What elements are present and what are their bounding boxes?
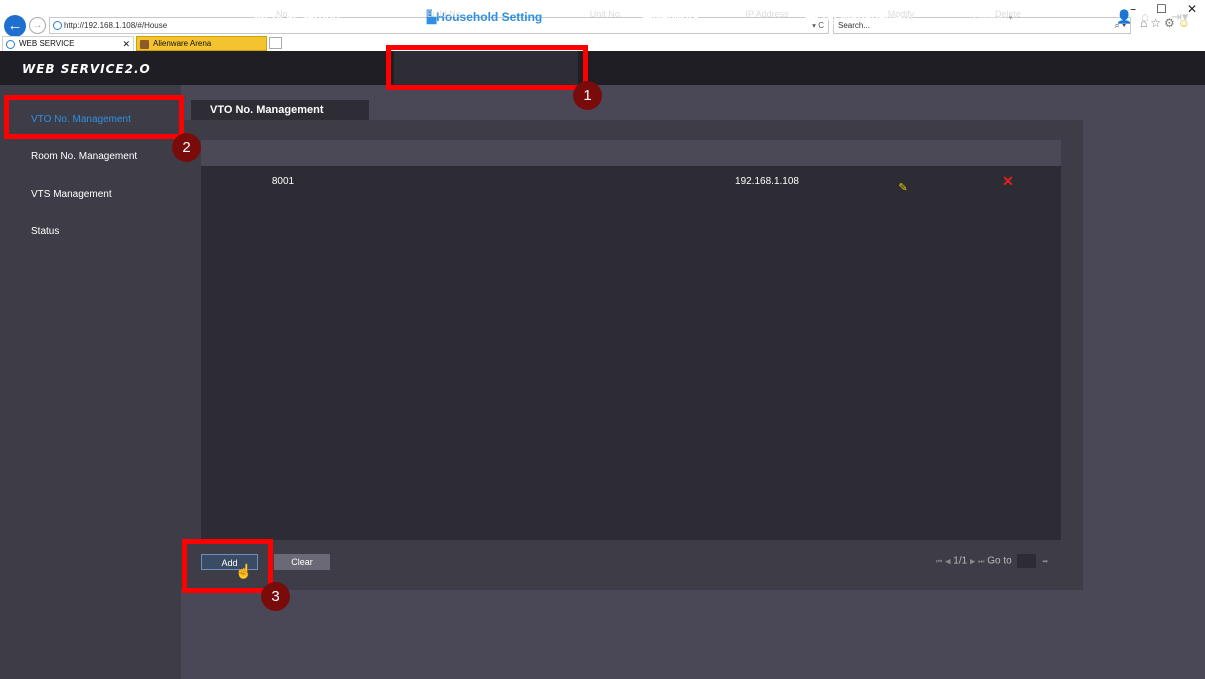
prev-page-icon[interactable]: ◀ [945, 559, 950, 566]
gear-icon: ⚙ [254, 10, 265, 24]
highlight-household-setting [386, 45, 588, 90]
first-page-icon[interactable]: ⏮ [936, 559, 942, 566]
address-text: http://192.168.1.108/#/House [64, 21, 168, 30]
last-page-icon[interactable]: ⏭ [978, 559, 984, 566]
nav-label: Network [652, 10, 700, 24]
step-marker-2: 2 [172, 133, 201, 162]
tab-label: WEB SERVICE [19, 39, 75, 48]
clear-button[interactable]: Clear [274, 554, 330, 570]
page-indicator: 1/1 [953, 555, 968, 567]
close-window-button[interactable]: ✕ [1187, 2, 1197, 16]
favorites-star-icon[interactable]: ☆ [1150, 16, 1164, 30]
pagination: ⏮ ◀ 1/1 ▶ ⏭ Go to ➡ [936, 554, 1048, 568]
pencil-icon[interactable]: ✎ [898, 181, 907, 194]
alienware-tab-icon [140, 40, 149, 49]
home-icon[interactable]: ⌂ [1141, 9, 1149, 24]
highlight-vto-management [4, 95, 184, 139]
step-marker-1: 1 [573, 81, 602, 110]
goto-label: Go to [987, 555, 1012, 567]
sidebar-item-room-management[interactable]: Room No. Management [31, 151, 137, 162]
sidebar: VTO No. Management Room No. Management V… [0, 85, 181, 679]
new-tab-button[interactable] [269, 37, 282, 49]
table-header [201, 140, 1061, 166]
sidebar-item-status[interactable]: Status [31, 226, 59, 237]
column-header-unit: Unit No. [589, 9, 623, 19]
column-header-build: Build No. [426, 9, 464, 19]
goto-page-input[interactable] [1017, 554, 1037, 568]
tab-label: Alienware Arena [153, 39, 212, 48]
logout-icon[interactable]: ⇥▾ [1171, 9, 1188, 25]
cell-no: 8001 [271, 176, 295, 187]
column-header-delete: Delete [994, 9, 1022, 19]
maximize-button[interactable]: ☐ [1156, 2, 1167, 16]
tab-close-icon[interactable]: ✕ [122, 37, 130, 51]
browser-tab-web-service[interactable]: WEB SERVICE ✕ [2, 36, 134, 51]
delete-x-icon[interactable]: ✕ [1002, 173, 1014, 190]
ie-icon [53, 21, 62, 30]
column-header-modify: Modify [887, 9, 915, 19]
globe-icon: ◉ [642, 10, 653, 24]
column-header-no: No. [275, 9, 291, 19]
back-arrow-icon[interactable]: ← [4, 15, 26, 37]
nav-local-setting[interactable]: ⚙Local Setting [254, 10, 340, 24]
nav-network[interactable]: ◉Network [642, 10, 700, 24]
top-nav-bar: WEB SERVICE2.O [0, 51, 1205, 85]
step-marker-3: 3 [261, 582, 290, 611]
ie-tab-icon [6, 40, 15, 49]
go-arrow-icon[interactable]: ➡ [1042, 559, 1048, 566]
column-header-ip: IP Address [745, 9, 789, 19]
browser-tab-alienware[interactable]: Alienware Arena [136, 36, 267, 51]
user-icon[interactable]: 👤 [1116, 9, 1132, 25]
next-page-icon[interactable]: ▶ [970, 559, 975, 566]
highlight-add-button [182, 539, 273, 593]
log-icon: ▇ [806, 10, 816, 24]
cell-ip: 192.168.1.108 [735, 176, 799, 187]
vto-table [201, 140, 1061, 540]
page-tab-vto[interactable]: VTO No. Management [191, 100, 369, 120]
forward-arrow-icon[interactable]: → [29, 17, 46, 34]
sidebar-item-vts-management[interactable]: VTS Management [31, 189, 112, 200]
app-logo: WEB SERVICE2.O [22, 62, 151, 76]
